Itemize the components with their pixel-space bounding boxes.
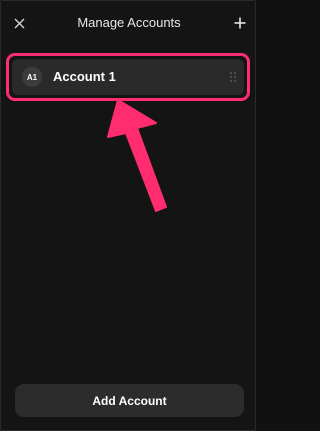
add-account-label: Add Account (92, 393, 167, 408)
manage-accounts-panel: Manage Accounts A1 Account 1 Add Account (0, 0, 256, 431)
drag-handle-icon[interactable] (229, 71, 237, 83)
add-account-plus-button[interactable] (231, 14, 249, 32)
plus-icon (234, 17, 246, 29)
avatar: A1 (22, 67, 42, 87)
account-name: Account 1 (53, 69, 116, 84)
add-account-button[interactable]: Add Account (15, 384, 244, 417)
account-list-item[interactable]: A1 Account 1 (12, 59, 244, 95)
header: Manage Accounts (1, 1, 257, 45)
page-title: Manage Accounts (77, 15, 181, 30)
